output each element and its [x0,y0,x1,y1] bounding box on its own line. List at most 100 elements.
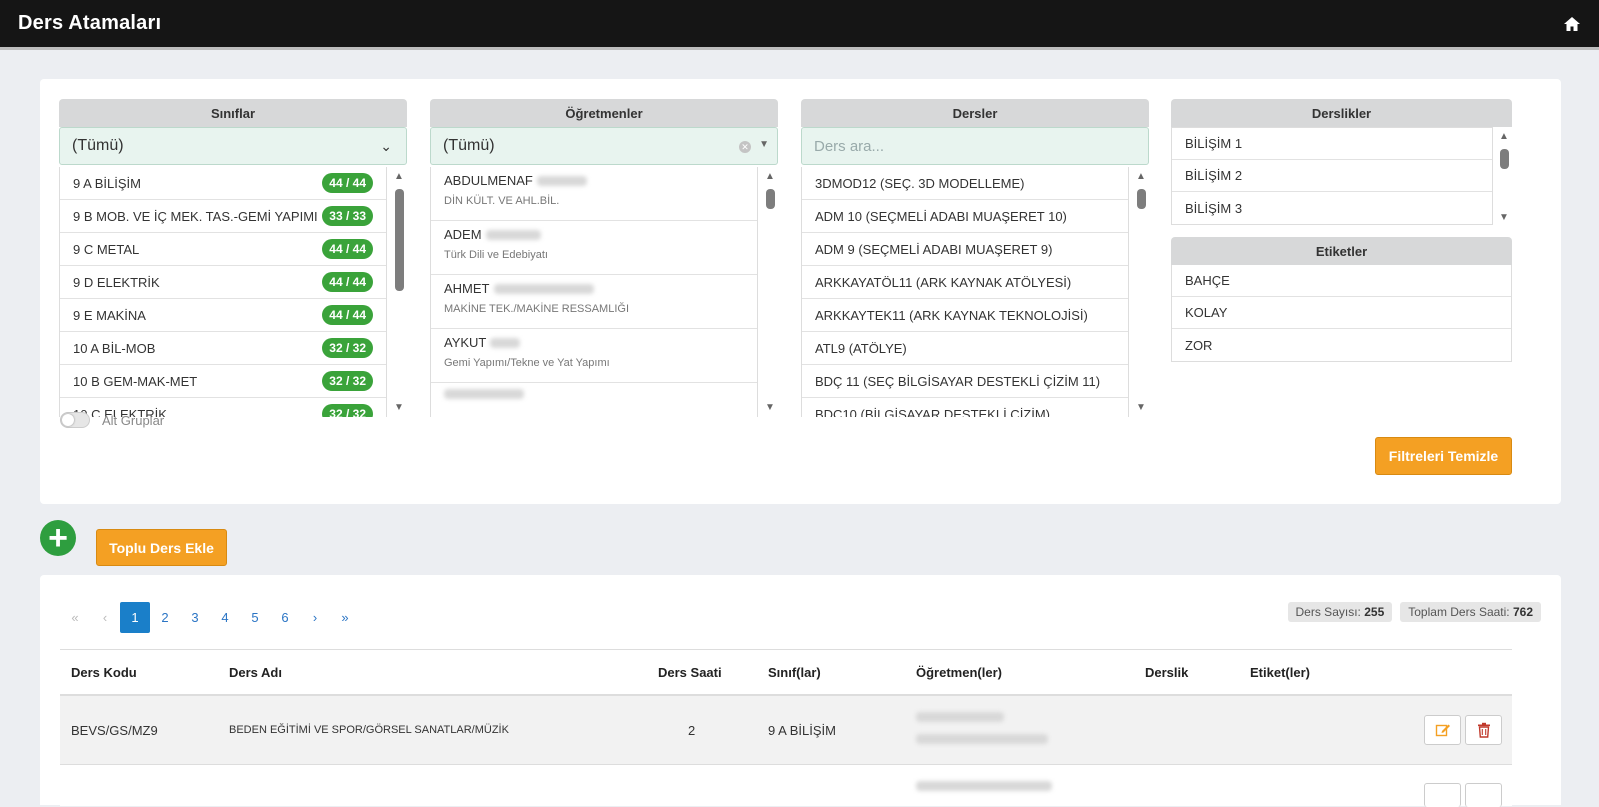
count-badge: 44 / 44 [322,173,373,193]
redacted-teacher [916,734,1048,744]
teacher-name: ABDULMENAF [444,173,533,188]
add-icon[interactable]: + [40,520,76,556]
list-item[interactable]: ATL9 (ATÖLYE) [802,332,1128,365]
list-item[interactable]: 9 E MAKİNA 44 / 44 [60,299,386,332]
column-header[interactable]: Sınıf(lar) [768,665,821,680]
list-item[interactable]: BİLİŞİM 1 [1172,128,1492,160]
dersler-scrollbar[interactable]: ▲ ▼ [1133,167,1149,417]
scroll-down-icon[interactable]: ▼ [394,402,404,413]
home-icon[interactable] [1563,16,1581,32]
list-item[interactable]: BİLİŞİM 2 [1172,160,1492,192]
edit-icon [1435,724,1450,737]
scroll-up-icon[interactable]: ▲ [1136,171,1146,182]
siniflar-select[interactable]: (Tümü) ⌄ [59,127,407,165]
teacher-name: ADEM [444,227,482,242]
column-header[interactable]: Ders Kodu [71,665,137,680]
redacted-surname [493,283,594,294]
page-button[interactable]: 6 [270,602,300,633]
prev-page-button[interactable]: ‹ [90,602,120,633]
alt-gruplar-toggle[interactable]: Alt Gruplar [60,412,164,428]
derslikler-list: BİLİŞİM 1 BİLİŞİM 2 BİLİŞİM 3 [1171,127,1493,225]
scroll-down-icon[interactable]: ▼ [765,402,775,413]
page-button[interactable]: 4 [210,602,240,633]
next-page-button[interactable]: › [300,602,330,633]
first-page-button[interactable]: « [60,602,90,633]
page-button[interactable]: 1 [120,602,150,633]
teacher-item[interactable]: AHMET MAKİNE TEK./MAKİNE RESSAMLIĞI [431,275,757,329]
scroll-thumb[interactable] [1137,189,1146,209]
top-bar: Ders Atamaları [0,0,1599,50]
count-badge: 44 / 44 [322,305,373,325]
bulk-add-button[interactable]: Toplu Ders Ekle [96,529,227,566]
edit-button[interactable] [1424,783,1461,807]
delete-button[interactable] [1465,715,1502,745]
scroll-down-icon[interactable]: ▼ [1136,402,1146,413]
scroll-thumb[interactable] [1500,149,1509,169]
redacted-surname [485,229,541,240]
teacher-item[interactable]: ABDULMENAF DİN KÜLT. VE AHL.BİL. [431,167,757,221]
page-button[interactable]: 2 [150,602,180,633]
list-item[interactable]: 3DMOD12 (SEÇ. 3D MODELLEME) [802,167,1128,200]
caret-down-icon: ▼ [759,139,769,150]
teacher-item[interactable]: AYKUT Gemi Yapımı/Tekne ve Yat Yapımı [431,329,757,383]
list-item[interactable]: 9 B MOB. VE İÇ MEK. TAS.-GEMİ YAPIMI 33 /… [60,200,386,233]
teacher-item[interactable]: ADEM Türk Dili ve Edebiyatı [431,221,757,275]
list-item[interactable]: KOLAY [1172,297,1511,329]
etiketler-header: Etiketler [1171,237,1512,265]
siniflar-header: Sınıflar [59,99,407,127]
scroll-thumb[interactable] [395,189,404,291]
list-item[interactable]: 10 B GEM-MAK-MET 32 / 32 [60,365,386,398]
etiketler-list: BAHÇE KOLAY ZOR [1171,265,1512,362]
scroll-up-icon[interactable]: ▲ [394,171,404,182]
column-header[interactable]: Derslik [1145,665,1188,680]
ders-sayisi-badge: Ders Sayısı: 255 [1287,602,1393,622]
edit-button[interactable] [1424,715,1461,745]
column-header[interactable]: Ders Saati [658,665,722,680]
scroll-thumb[interactable] [766,189,775,209]
last-page-button[interactable]: » [330,602,360,633]
stats: Ders Sayısı: 255 Toplam Ders Saati: 762 [1287,602,1541,622]
clear-filters-button[interactable]: Filtreleri Temizle [1375,437,1512,475]
count-badge: 33 / 33 [322,206,373,226]
trash-icon [1477,722,1490,738]
list-item[interactable]: ADM 10 (SEÇMELİ ADABI MUAŞERET 10) [802,200,1128,233]
scroll-down-icon[interactable]: ▼ [1499,212,1509,223]
clear-icon[interactable]: ✕ [739,141,751,153]
table-header: Ders Kodu Ders Adı Ders Saati Sınıf(lar)… [60,649,1512,696]
lessons-table-panel: « ‹ 1 2 3 4 5 6 › » Ders Sayısı: 255 Top… [40,575,1561,807]
ders-search-input[interactable]: Ders ara... [801,127,1149,165]
table-row[interactable] [60,766,1512,807]
list-item[interactable]: 9 D ELEKTRİK 44 / 44 [60,266,386,299]
list-item[interactable]: 9 A BİLİŞİM 44 / 44 [60,167,386,200]
ogretmenler-scrollbar[interactable]: ▲ ▼ [762,167,778,417]
count-badge: 44 / 44 [322,272,373,292]
list-item[interactable]: 10 A BİL-MOB 32 / 32 [60,332,386,365]
toggle-switch[interactable] [60,412,90,428]
redacted-teacher [916,781,1052,791]
ogretmenler-select[interactable]: (Tümü) ✕ ▼ [430,127,778,165]
list-item[interactable]: ARKKAYATÖL11 (ARK KAYNAK ATÖLYESİ) [802,266,1128,299]
column-header[interactable]: Etiket(ler) [1250,665,1310,680]
teacher-item[interactable] [431,383,757,417]
list-item[interactable]: BAHÇE [1172,265,1511,297]
scroll-up-icon[interactable]: ▲ [1499,131,1509,142]
delete-button[interactable] [1465,783,1502,807]
page-button[interactable]: 5 [240,602,270,633]
list-item[interactable]: ARKKAYTEK11 (ARK KAYNAK TEKNOLOJİSİ) [802,299,1128,332]
ders-kodu-cell: BEVS/GS/MZ9 [71,723,158,738]
column-header[interactable]: Ders Adı [229,665,282,680]
table-row[interactable]: BEVS/GS/MZ9 BEDEN EĞİTİMİ VE SPOR/GÖRSEL… [60,696,1512,765]
list-item[interactable]: BDÇ 11 (SEÇ BİLGİSAYAR DESTEKLİ ÇİZİM 11… [802,365,1128,398]
siniflar-scrollbar[interactable]: ▲ ▼ [391,167,407,417]
scroll-up-icon[interactable]: ▲ [765,171,775,182]
list-item[interactable]: BDC10 (BİLGİSAYAR DESTEKLİ CİZİM) [802,398,1128,417]
derslikler-scrollbar[interactable]: ▲ ▼ [1496,127,1512,227]
teacher-branch: MAKİNE TEK./MAKİNE RESSAMLIĞI [444,303,630,315]
list-item[interactable]: 9 C METAL 44 / 44 [60,233,386,266]
column-header[interactable]: Öğretmen(ler) [916,665,1002,680]
toplam-ders-saati-badge: Toplam Ders Saati: 762 [1400,602,1541,622]
list-item[interactable]: BİLİŞİM 3 [1172,192,1492,224]
list-item[interactable]: ADM 9 (SEÇMELİ ADABI MUAŞERET 9) [802,233,1128,266]
page-button[interactable]: 3 [180,602,210,633]
list-item[interactable]: ZOR [1172,329,1511,361]
